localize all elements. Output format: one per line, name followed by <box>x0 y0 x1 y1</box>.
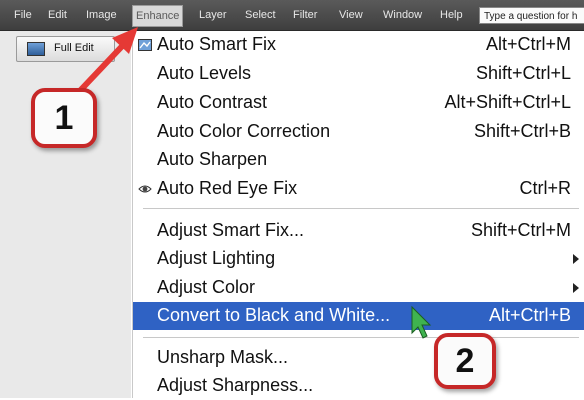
step-2-callout: 2 <box>434 333 496 389</box>
step-1-callout: 1 <box>31 88 97 148</box>
mouse-cursor-icon <box>411 305 432 339</box>
